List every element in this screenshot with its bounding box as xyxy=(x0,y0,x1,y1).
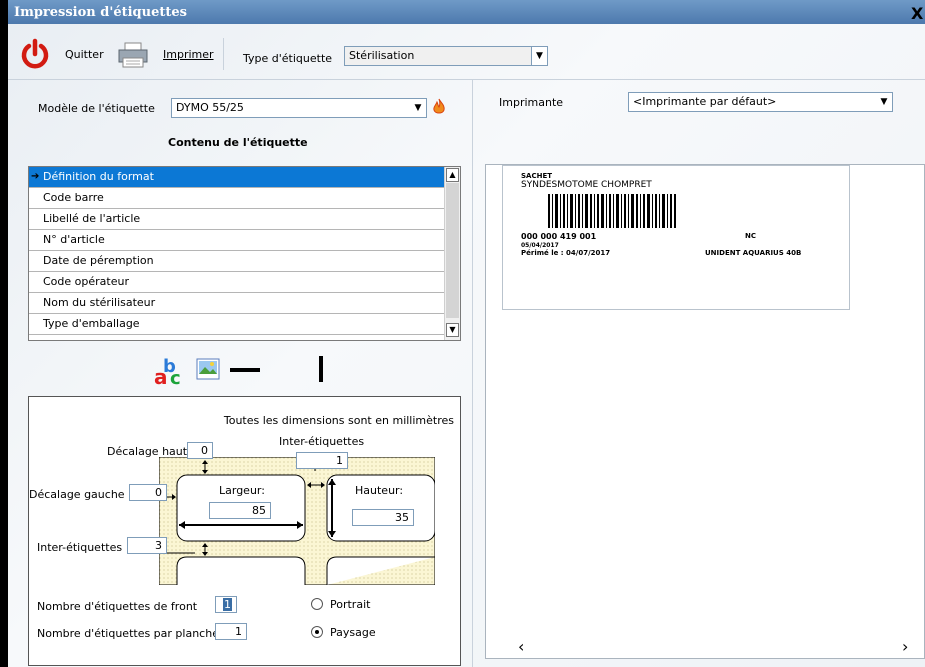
printer-label: Imprimante xyxy=(499,96,564,109)
top-offset-input[interactable]: 0 xyxy=(187,442,213,459)
height-input[interactable]: 35 xyxy=(352,509,414,526)
printer-select[interactable]: <Imprimante par défaut> ▼ xyxy=(628,92,893,112)
svg-text:c: c xyxy=(170,368,181,388)
row-pointer-icon: ➔ xyxy=(31,171,40,182)
scroll-down-button[interactable]: ▼ xyxy=(446,323,459,337)
flame-icon[interactable] xyxy=(432,98,446,116)
dimensions-note: Toutes les dimensions sont en millimètre… xyxy=(223,414,454,427)
front-count-input[interactable]: 1 xyxy=(215,596,237,613)
barcode xyxy=(548,194,676,228)
width-label: Largeur: xyxy=(219,484,265,497)
quit-button[interactable]: Quitter xyxy=(20,38,110,70)
printer-icon xyxy=(118,42,148,68)
inter-top-input[interactable]: 1 xyxy=(296,452,348,469)
toolbar-bottom-line xyxy=(8,79,925,80)
print-button[interactable]: Imprimer xyxy=(116,38,216,70)
inter-left-input[interactable]: 3 xyxy=(127,537,167,554)
label-preview: SACHET SYNDESMOTOME CHOMPRET 000 000 419… xyxy=(502,165,850,310)
scroll-right-button[interactable]: › xyxy=(902,637,908,656)
printer-value: <Imprimante par défaut> xyxy=(633,95,777,108)
preview-line2: SYNDESMOTOME CHOMPRET xyxy=(521,180,652,190)
chevron-down-icon: ▼ xyxy=(414,103,422,113)
title-bar: Impression d'étiquettes X xyxy=(8,0,925,24)
left-offset-input[interactable]: 0 xyxy=(129,484,167,501)
front-count-label: Nombre d'étiquettes de front xyxy=(37,600,198,613)
pane-separator xyxy=(472,80,473,667)
model-select[interactable]: DYMO 55/25 ▼ xyxy=(171,98,427,118)
portrait-radio[interactable] xyxy=(311,598,323,610)
power-icon xyxy=(21,38,49,69)
list-item[interactable]: Code barre xyxy=(29,188,444,209)
quit-label: Quitter xyxy=(65,48,104,61)
portrait-label: Portrait xyxy=(330,598,371,611)
preview-line1: SACHET xyxy=(521,172,553,180)
list-item[interactable]: Type d'emballage xyxy=(29,314,444,335)
inter-left-label: Inter-étiquettes xyxy=(37,541,123,554)
landscape-option[interactable]: Paysage xyxy=(311,625,401,641)
scroll-thumb[interactable] xyxy=(446,183,459,318)
landscape-radio[interactable] xyxy=(311,626,323,638)
scroll-up-button[interactable]: ▲ xyxy=(446,168,459,182)
list-item[interactable]: Date de péremption xyxy=(29,251,444,272)
chevron-down-icon: ▼ xyxy=(880,97,888,107)
print-label: Imprimer xyxy=(163,48,214,61)
list-scrollbar[interactable]: ▲ ▼ xyxy=(444,167,460,340)
list-item[interactable]: ➔ Définition du format xyxy=(29,167,444,188)
preview-hscrollbar[interactable]: ‹ › xyxy=(500,635,925,657)
model-value: DYMO 55/25 xyxy=(176,101,244,114)
window-title: Impression d'étiquettes xyxy=(14,5,187,20)
horizontal-line-tool[interactable] xyxy=(230,368,260,372)
label-type-select[interactable]: Stérilisation ▼ xyxy=(344,46,548,66)
preview-code: 000 000 419 001 xyxy=(521,232,597,241)
portrait-option[interactable]: Portrait xyxy=(311,597,401,613)
list-item[interactable]: Libellé de l'article xyxy=(29,209,444,230)
preview-nc: NC xyxy=(745,232,756,240)
dimensions-panel: Toutes les dimensions sont en millimètre… xyxy=(28,396,461,666)
preview-date: 05/04/2017 xyxy=(521,242,559,249)
preview-area: SACHET SYNDESMOTOME CHOMPRET 000 000 419… xyxy=(485,164,925,659)
content-title: Contenu de l'étiquette xyxy=(168,136,308,149)
height-label: Hauteur: xyxy=(355,484,404,497)
model-label: Modèle de l'étiquette xyxy=(38,102,155,115)
preview-expiry: Périmé le : 04/07/2017 xyxy=(521,249,611,257)
sheet-count-label: Nombre d'étiquettes par planche xyxy=(37,627,219,640)
label-type-label: Type d'étiquette xyxy=(243,52,333,65)
left-offset-label: Décalage gauche xyxy=(29,488,125,501)
label-type-value: Stérilisation xyxy=(349,49,415,62)
preview-sterilizer: UNIDENT AQUARIUS 40B xyxy=(705,249,802,257)
sheet-count-input[interactable]: 1 xyxy=(215,623,247,640)
width-input[interactable]: 85 xyxy=(209,502,271,519)
scroll-left-button[interactable]: ‹ xyxy=(518,637,524,656)
list-item[interactable]: Code opérateur xyxy=(29,272,444,293)
vertical-line-tool[interactable] xyxy=(319,356,323,382)
dialog-body: Quitter Imprimer Type d'étiquette Stéril… xyxy=(8,24,925,667)
list-item[interactable]: Nom du stérilisateur xyxy=(29,293,444,314)
close-button[interactable]: X xyxy=(911,6,925,24)
list-item[interactable]: N° d'article xyxy=(29,230,444,251)
inter-top-label: Inter-étiquettes xyxy=(279,435,365,448)
text-icon[interactable]: a b c xyxy=(153,354,187,388)
landscape-label: Paysage xyxy=(330,626,376,639)
top-offset-label: Décalage haut xyxy=(107,445,188,458)
chevron-down-icon: ▼ xyxy=(531,47,547,65)
content-list[interactable]: ➔ Définition du format Code barre Libell… xyxy=(28,166,461,341)
image-icon[interactable] xyxy=(196,358,222,382)
toolbar-separator xyxy=(223,38,224,70)
